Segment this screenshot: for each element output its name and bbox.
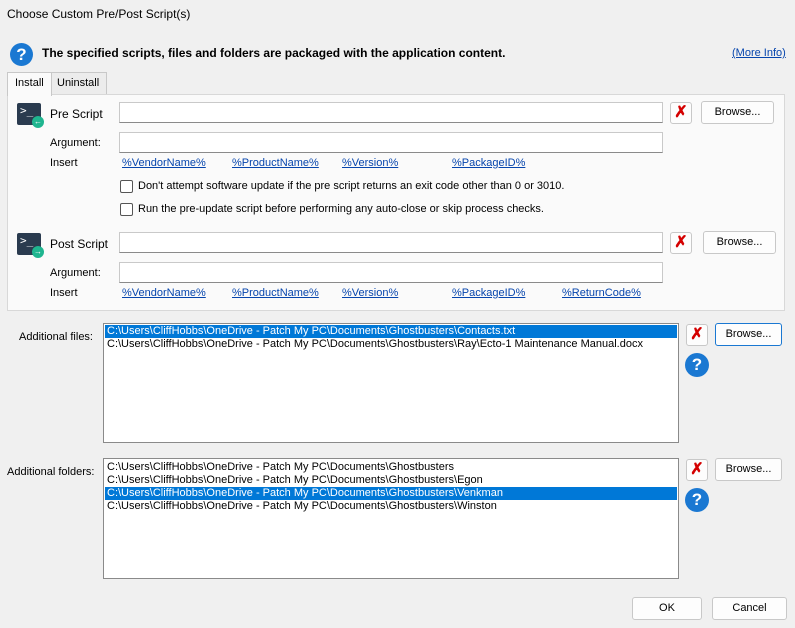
tab-install[interactable]: Install [7, 72, 52, 96]
browse-files-button[interactable]: Browse... [715, 323, 782, 346]
post-insert-returncode-link[interactable]: %ReturnCode% [562, 287, 641, 299]
post-script-label: Post Script [50, 237, 109, 251]
post-argument-label: Argument: [50, 267, 101, 279]
files-help-icon[interactable]: ? [685, 353, 709, 377]
exit-code-checkbox-label: Don't attempt software update if the pre… [138, 180, 565, 192]
pre-insert-version-link[interactable]: %Version% [342, 157, 398, 169]
more-info-link[interactable]: (More Info) [732, 47, 786, 59]
pre-update-checkbox-label: Run the pre-update script before perform… [138, 203, 544, 215]
list-item[interactable]: C:\Users\CliffHobbs\OneDrive - Patch My … [105, 474, 677, 487]
pre-script-label: Pre Script [50, 107, 103, 121]
tab-uninstall[interactable]: Uninstall [49, 72, 108, 94]
pre-insert-label: Insert [50, 157, 78, 169]
pre-argument-input[interactable] [119, 132, 663, 153]
additional-files-list[interactable]: C:\Users\CliffHobbs\OneDrive - Patch My … [103, 323, 679, 443]
info-icon: ? [10, 43, 33, 66]
post-script-input[interactable] [119, 232, 663, 253]
header-description: The specified scripts, files and folders… [42, 46, 506, 60]
pre-script-input[interactable] [119, 102, 663, 123]
post-script-icon: >_ → [17, 233, 44, 258]
post-insert-vendorname-link[interactable]: %VendorName% [122, 287, 206, 299]
additional-folders-list[interactable]: C:\Users\CliffHobbs\OneDrive - Patch My … [103, 458, 679, 579]
remove-file-button[interactable]: ✗ [686, 324, 708, 346]
additional-folders-label: Additional folders: [7, 466, 95, 478]
ok-button[interactable]: OK [632, 597, 702, 620]
post-insert-label: Insert [50, 287, 78, 299]
post-insert-version-link[interactable]: %Version% [342, 287, 398, 299]
list-item[interactable]: C:\Users\CliffHobbs\OneDrive - Patch My … [105, 461, 677, 474]
exit-code-checkbox[interactable] [120, 180, 133, 193]
post-script-clear-button[interactable]: ✗ [670, 232, 692, 254]
post-insert-productname-link[interactable]: %ProductName% [232, 287, 319, 299]
pre-update-checkbox[interactable] [120, 203, 133, 216]
post-script-browse-button[interactable]: Browse... [703, 231, 776, 254]
list-item[interactable]: C:\Users\CliffHobbs\OneDrive - Patch My … [105, 338, 677, 351]
pre-script-clear-button[interactable]: ✗ [670, 102, 692, 124]
pre-script-icon: >_ ← [17, 103, 44, 128]
post-insert-packageid-link[interactable]: %PackageID% [452, 287, 525, 299]
remove-folder-button[interactable]: ✗ [686, 459, 708, 481]
post-argument-input[interactable] [119, 262, 663, 283]
list-item[interactable]: C:\Users\CliffHobbs\OneDrive - Patch My … [105, 500, 677, 513]
list-item[interactable]: C:\Users\CliffHobbs\OneDrive - Patch My … [105, 487, 677, 500]
pre-insert-productname-link[interactable]: %ProductName% [232, 157, 319, 169]
pre-insert-packageid-link[interactable]: %PackageID% [452, 157, 525, 169]
pre-argument-label: Argument: [50, 137, 101, 149]
pre-insert-vendorname-link[interactable]: %VendorName% [122, 157, 206, 169]
cancel-button[interactable]: Cancel [712, 597, 787, 620]
browse-folders-button[interactable]: Browse... [715, 458, 782, 481]
folders-help-icon[interactable]: ? [685, 488, 709, 512]
additional-files-label: Additional files: [19, 331, 93, 343]
list-item[interactable]: C:\Users\CliffHobbs\OneDrive - Patch My … [105, 325, 677, 338]
pre-script-browse-button[interactable]: Browse... [701, 101, 774, 124]
window-title: Choose Custom Pre/Post Script(s) [7, 7, 191, 21]
